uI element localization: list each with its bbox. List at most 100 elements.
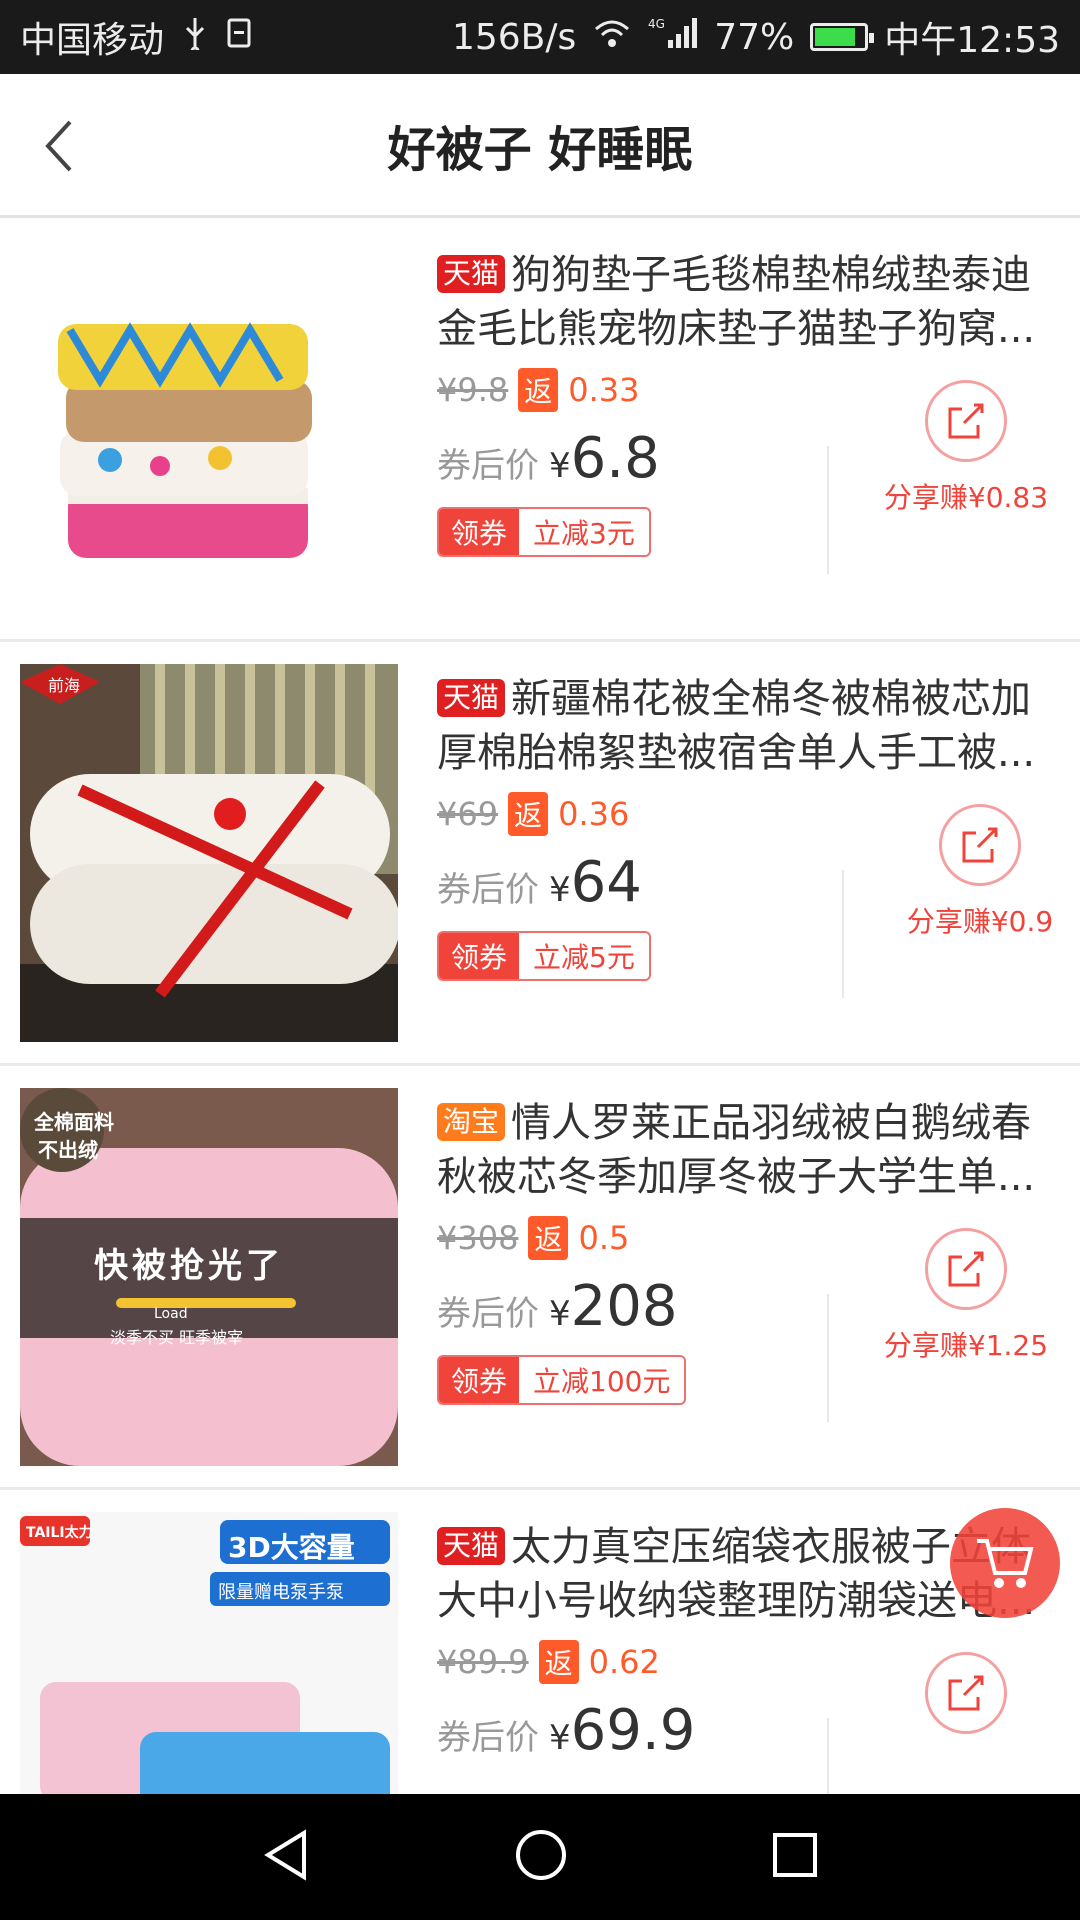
- product-title: 淘宝 情人罗莱正品羽绒被白鹅绒春秋被芯冬季加厚冬被子大学生单...: [437, 1100, 1036, 1200]
- status-bar: 中国移动 156B/s 4G 77% 中午12:53: [0, 0, 1080, 74]
- cart-icon: [977, 1539, 1034, 1588]
- share-earn[interactable]: 分享赚¥0.83: [866, 380, 1066, 516]
- share-earn[interactable]: 分享赚¥0.9: [880, 804, 1080, 940]
- coupon-button[interactable]: 领券 立减5元: [437, 931, 651, 981]
- product-card[interactable]: 天猫 狗狗垫子毛毯棉垫棉绒垫泰迪金毛比熊宠物床垫子猫垫子狗窝... ¥9.8 返 …: [0, 218, 1080, 642]
- promo-text: 限量赠电泵手泵: [218, 1582, 344, 1603]
- image-slogan: 淡季不买 旺季被宰: [110, 1328, 244, 1347]
- divider: [827, 1718, 829, 1794]
- signal-icon: 4G: [648, 16, 698, 59]
- coupon-tag: 领券: [439, 1357, 520, 1403]
- clock: 中午12:53: [884, 20, 1060, 61]
- svg-text:4G: 4G: [648, 17, 665, 31]
- product-card[interactable]: 前海 天猫 新疆棉花被全棉冬被棉被芯加厚棉胎棉絮垫被宿舍单人手工被... ¥69 …: [0, 642, 1080, 1066]
- badge-text: 不出绒: [38, 1138, 98, 1162]
- after-coupon-label: 券后价: [437, 446, 539, 486]
- divider: [827, 446, 829, 574]
- currency-symbol: ¥: [549, 446, 571, 486]
- coupon-discount: 立减100元: [533, 1365, 671, 1398]
- rebate-badge: 返: [518, 368, 559, 412]
- currency-symbol: ¥: [549, 1718, 571, 1758]
- after-coupon-label: 券后价: [437, 1294, 539, 1334]
- original-price: ¥9.8: [437, 371, 509, 409]
- divider: [827, 1294, 829, 1422]
- battery-icon: [810, 23, 875, 51]
- platform-badge: 天猫: [437, 679, 506, 717]
- usb-icon: [182, 16, 208, 59]
- back-button[interactable]: [30, 116, 90, 176]
- rebate-badge: 返: [508, 792, 549, 836]
- rebate-amount: 0.33: [568, 371, 640, 409]
- rebate-badge: 返: [538, 1640, 579, 1684]
- rebate-amount: 0.5: [578, 1219, 630, 1257]
- product-image[interactable]: 前海: [20, 664, 398, 1042]
- original-price: ¥69: [437, 795, 499, 833]
- badge-text: 全棉面料: [34, 1110, 114, 1134]
- platform-badge: 天猫: [437, 255, 506, 293]
- promo-text: 3D大容量: [228, 1531, 355, 1564]
- after-coupon-price: 208: [570, 1274, 678, 1339]
- brand-label: 前海: [48, 676, 81, 695]
- product-card[interactable]: TAILI太力 3D大容量 限量赠电泵手泵 天猫 太力真空压缩袋衣服被子立体大中小…: [0, 1490, 1080, 1794]
- coupon-discount: 立减3元: [533, 517, 635, 550]
- product-title: 天猫 狗狗垫子毛毯棉垫棉绒垫泰迪金毛比熊宠物床垫子猫垫子狗窝...: [437, 252, 1036, 352]
- currency-symbol: ¥: [549, 870, 571, 910]
- rebate-amount: 0.36: [558, 795, 630, 833]
- product-image[interactable]: [20, 240, 398, 618]
- chevron-left-icon: [45, 120, 72, 172]
- product-image[interactable]: 全棉面料 不出绒 快被抢光了 Load 淡季不买 旺季被宰: [20, 1088, 398, 1466]
- nav-back-button[interactable]: [260, 1827, 312, 1887]
- share-icon: [948, 1251, 984, 1287]
- coupon-tag: 领券: [439, 933, 520, 979]
- share-earn[interactable]: 分享赚¥1.25: [866, 1228, 1066, 1364]
- rebate-badge: 返: [528, 1216, 569, 1260]
- after-coupon-price: 64: [570, 850, 642, 915]
- after-coupon-label: 券后价: [437, 870, 539, 910]
- coupon-discount: 立减5元: [533, 941, 635, 974]
- rebate-amount: 0.62: [588, 1643, 660, 1681]
- coupon-button[interactable]: 领券 立减3元: [437, 507, 651, 557]
- after-coupon-price: 6.8: [570, 426, 660, 491]
- platform-badge: 淘宝: [437, 1103, 506, 1141]
- brand-label: TAILI太力: [26, 1525, 93, 1541]
- share-button[interactable]: [925, 1228, 1007, 1310]
- battery-percent: 77%: [714, 16, 795, 58]
- share-earn[interactable]: [866, 1652, 1066, 1734]
- cart-button[interactable]: [950, 1508, 1060, 1618]
- page-title: 好被子 好睡眠: [387, 121, 693, 178]
- nav-recents-button[interactable]: [770, 1830, 820, 1884]
- image-banner: 快被抢光了: [94, 1246, 284, 1286]
- carrier-label: 中国移动: [20, 20, 165, 61]
- triangle-back-icon: [264, 1829, 307, 1881]
- product-card[interactable]: 全棉面料 不出绒 快被抢光了 Load 淡季不买 旺季被宰 淘宝 情人罗莱正品羽绒…: [0, 1066, 1080, 1490]
- share-earn-label: 分享赚¥0.83: [883, 481, 1049, 514]
- share-button[interactable]: [925, 1652, 1007, 1734]
- share-earn-label: 分享赚¥1.25: [883, 1329, 1049, 1362]
- circle-home-icon: [515, 1830, 566, 1880]
- original-price: ¥89.9: [437, 1643, 529, 1681]
- top-app-bar: 好被子 好睡眠: [0, 74, 1080, 218]
- coupon-tag: 领券: [439, 509, 520, 555]
- wifi-icon: [592, 17, 632, 58]
- share-icon: [948, 1675, 984, 1711]
- image-load: Load: [154, 1306, 188, 1322]
- share-icon: [948, 403, 984, 439]
- product-list[interactable]: 天猫 狗狗垫子毛毯棉垫棉绒垫泰迪金毛比熊宠物床垫子猫垫子狗窝... ¥9.8 返 …: [0, 218, 1080, 1794]
- after-coupon-label: 券后价: [437, 1718, 539, 1758]
- sim-icon: [226, 17, 252, 58]
- coupon-button[interactable]: 领券 立减100元: [437, 1355, 687, 1405]
- share-icon: [962, 827, 998, 863]
- original-price: ¥308: [437, 1219, 519, 1257]
- share-button[interactable]: [939, 804, 1021, 886]
- nav-home-button[interactable]: [513, 1827, 569, 1887]
- divider: [842, 870, 844, 998]
- after-coupon-price: 69.9: [570, 1698, 696, 1763]
- currency-symbol: ¥: [549, 1294, 571, 1334]
- share-button[interactable]: [925, 380, 1007, 462]
- product-image[interactable]: TAILI太力 3D大容量 限量赠电泵手泵: [20, 1512, 398, 1794]
- platform-badge: 天猫: [437, 1527, 506, 1565]
- product-title: 天猫 新疆棉花被全棉冬被棉被芯加厚棉胎棉絮垫被宿舍单人手工被...: [437, 676, 1036, 776]
- square-recents-icon: [772, 1833, 817, 1877]
- system-nav-bar: [0, 1794, 1080, 1920]
- share-earn-label: 分享赚¥0.9: [906, 905, 1054, 938]
